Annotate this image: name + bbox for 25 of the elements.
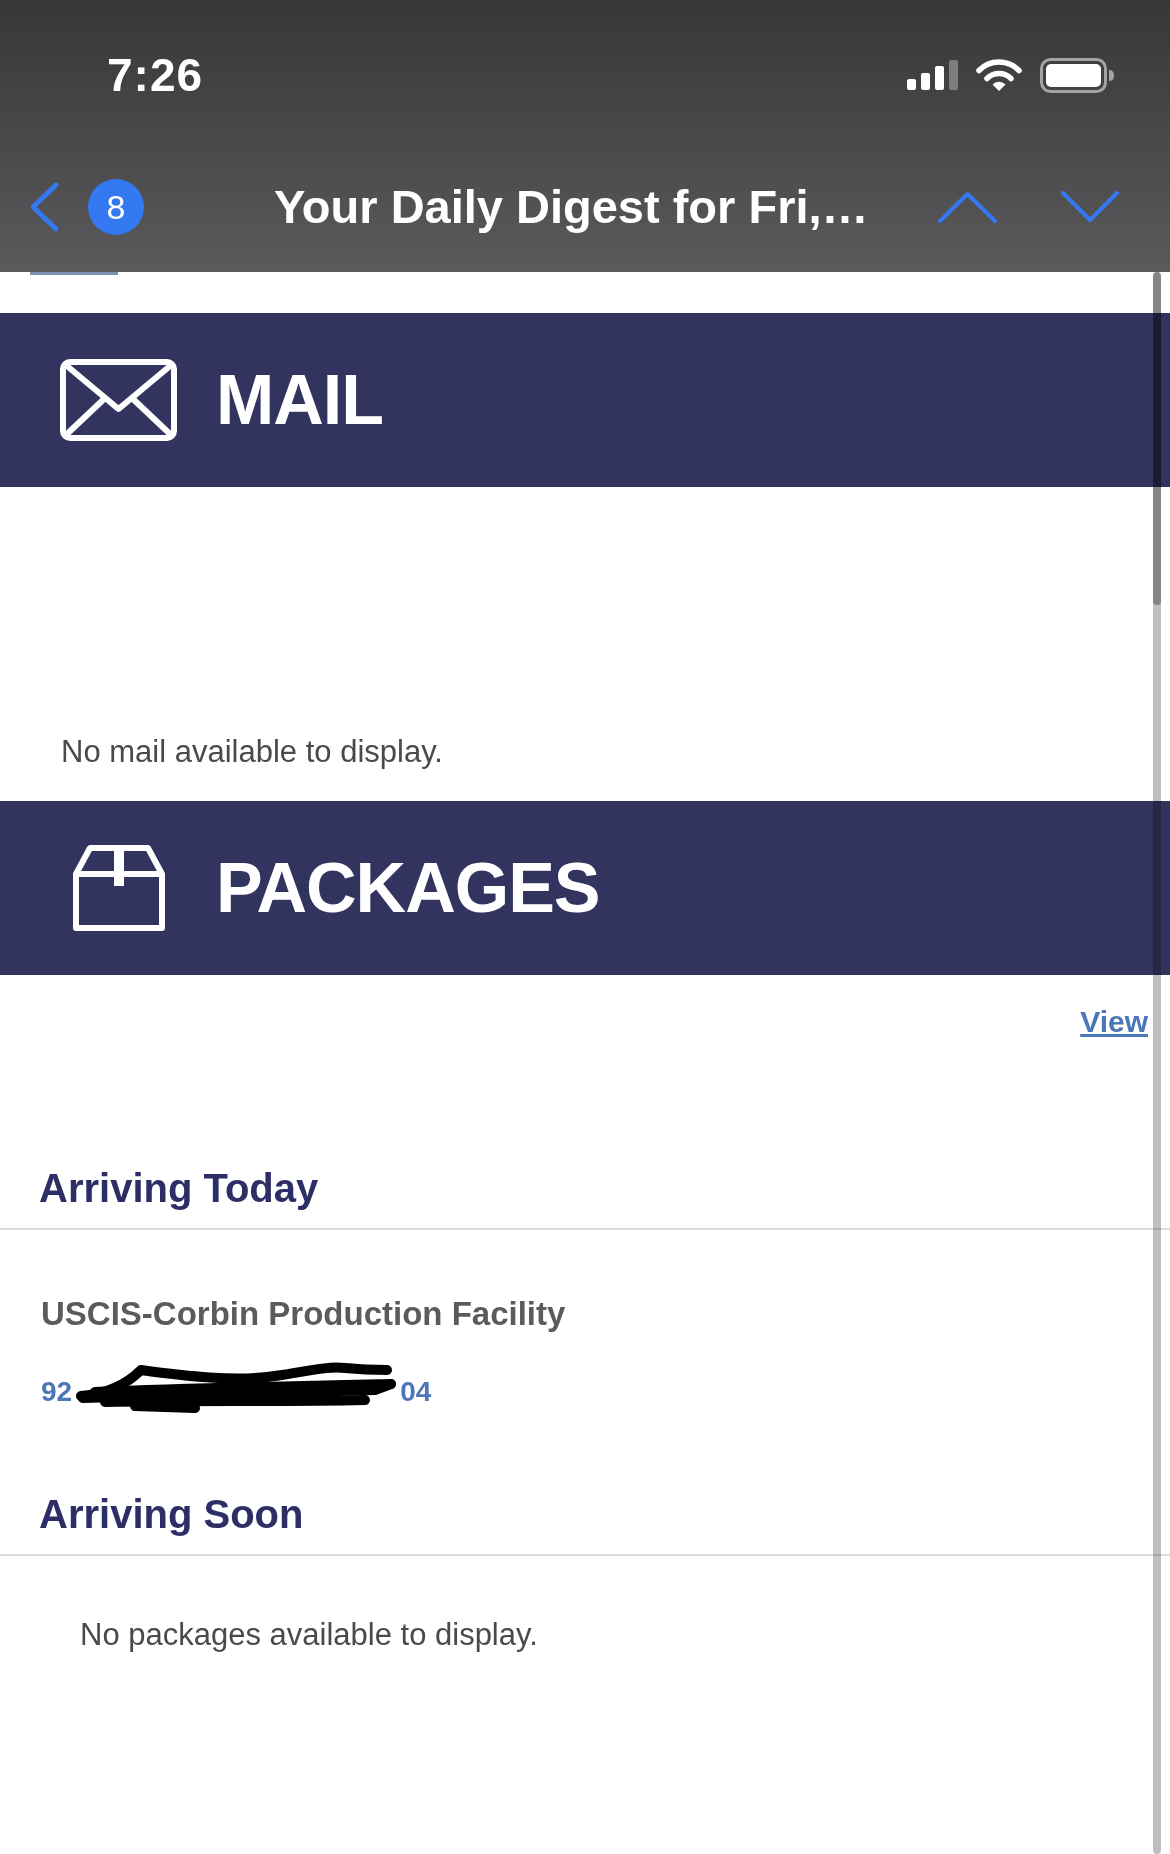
- group-heading: Arriving Today: [39, 1165, 319, 1212]
- sender-name: USCIS-Corbin Production Facility: [41, 1294, 566, 1334]
- chevron-down-icon: [1060, 190, 1120, 224]
- next-message-button[interactable]: [1060, 190, 1120, 224]
- tracking-number-fragment[interactable]: 92: [41, 1366, 73, 1408]
- box-icon: [72, 845, 165, 931]
- tracking-number-fragment[interactable]: 04: [400, 1366, 432, 1408]
- signal-bars-icon: [907, 60, 958, 90]
- empty-message: No mail available to display.: [61, 736, 443, 768]
- view-link[interactable]: View: [1080, 1004, 1148, 1040]
- back-button[interactable]: [28, 181, 60, 233]
- status-time: 7:26: [107, 52, 204, 98]
- chevron-up-icon: [937, 190, 998, 224]
- section-heading: PACKAGES: [216, 848, 600, 928]
- unread-count-badge: 8: [88, 179, 144, 235]
- battery-icon: [1040, 57, 1114, 93]
- empty-message: No packages available to display.: [80, 1619, 538, 1651]
- section-heading: MAIL: [216, 360, 384, 440]
- group-heading: Arriving Soon: [39, 1491, 304, 1538]
- message-title: Your Daily Digest for Fri,…: [274, 179, 869, 235]
- scrollbar-thumb[interactable]: [1153, 272, 1161, 605]
- envelope-icon: [60, 359, 177, 441]
- chevron-left-icon: [28, 181, 60, 233]
- previous-message-button[interactable]: [937, 190, 998, 224]
- wifi-icon: [976, 58, 1022, 92]
